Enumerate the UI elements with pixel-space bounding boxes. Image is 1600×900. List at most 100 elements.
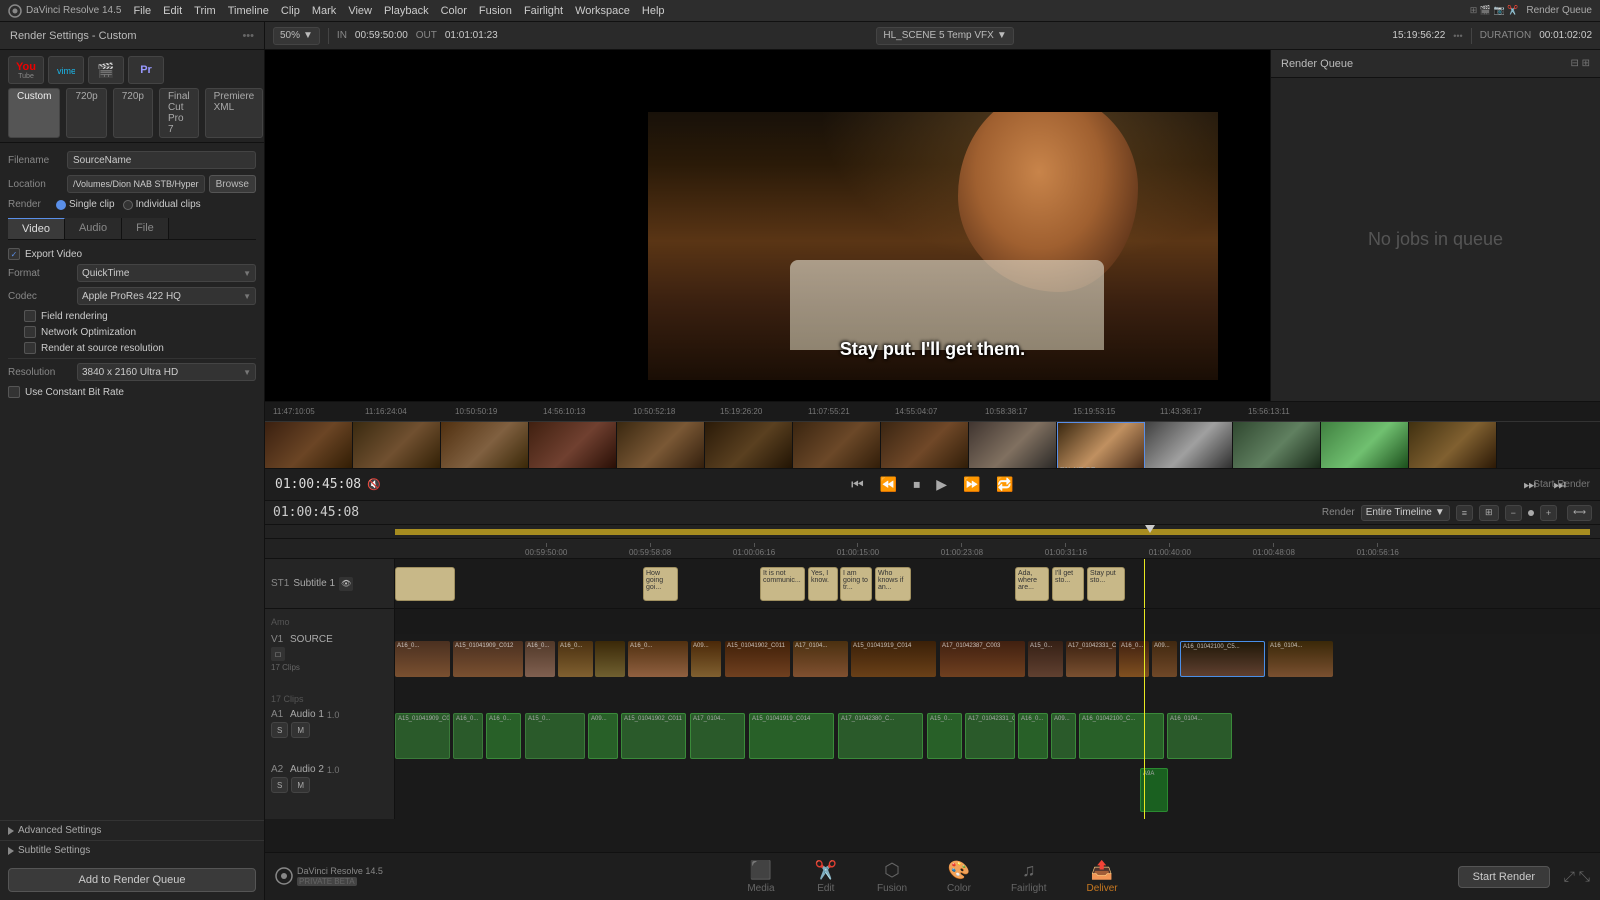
video-clip-2[interactable]: A15_01041909_C012	[453, 641, 523, 677]
audio1-clip-3[interactable]: A16_0...	[486, 713, 521, 759]
fast-fwd-btn[interactable]: ⏩	[959, 474, 984, 495]
audio2-mute[interactable]: M	[291, 777, 310, 793]
audio1-clip-2[interactable]: A16_0...	[453, 713, 483, 759]
resolution-select[interactable]: 3840 x 2160 Ultra HD ▼	[77, 363, 256, 381]
format-select[interactable]: QuickTime ▼	[77, 264, 256, 282]
network-opt-checkbox[interactable]	[24, 326, 36, 338]
menu-workspace[interactable]: Workspace	[575, 5, 630, 17]
add-to-queue-button[interactable]: Add to Render Queue	[8, 868, 256, 892]
render-mode-select[interactable]: Entire Timeline ▼	[1361, 505, 1450, 521]
single-clip-radio[interactable]	[56, 200, 66, 210]
menu-mark[interactable]: Mark	[312, 5, 336, 17]
subtitle-settings-row[interactable]: Subtitle Settings	[0, 840, 264, 860]
zoom-out-tl[interactable]: −	[1505, 505, 1522, 521]
filmstrip-thumb-2[interactable]: DNxHR SQ	[353, 422, 441, 469]
video-clip-3[interactable]: A16_0...	[525, 641, 555, 677]
filmstrip-thumb-9[interactable]: DNxHR SQ	[969, 422, 1057, 469]
subtitle-clip-9[interactable]: Stay put sto...	[1087, 567, 1125, 601]
individual-clips-radio[interactable]	[123, 200, 133, 210]
filmstrip-thumb-3[interactable]: DNxHR SQ	[441, 422, 529, 469]
nav-media[interactable]: ⬛ Media	[747, 860, 774, 894]
menu-trim[interactable]: Trim	[194, 5, 216, 17]
window-resize-icon[interactable]: ⤢	[1564, 868, 1575, 885]
vimeo-preset[interactable]: vimeo	[48, 56, 84, 84]
browse-button[interactable]: Browse	[209, 175, 256, 193]
video-clip-5[interactable]	[595, 641, 625, 677]
export-video-checkbox[interactable]: ✓	[8, 248, 20, 260]
nav-fusion[interactable]: ⬡ Fusion	[877, 860, 907, 894]
skip-start-btn[interactable]: ⏮	[847, 474, 868, 495]
codec-select[interactable]: Apple ProRes 422 HQ ▼	[77, 287, 256, 305]
play-btn[interactable]: ▶	[932, 474, 951, 495]
video-clip-11[interactable]: A17_01042387_C003	[940, 641, 1025, 677]
advanced-settings-row[interactable]: Advanced Settings	[0, 820, 264, 840]
video-clip-7[interactable]: A09...	[691, 641, 721, 677]
zoom-dot[interactable]	[1528, 510, 1534, 516]
audio1-clip-1[interactable]: A15_01041909_C012	[395, 713, 450, 759]
video-clip-4[interactable]: A16_0...	[558, 641, 593, 677]
audio1-clip-10[interactable]: A15_0...	[927, 713, 962, 759]
audio-tab[interactable]: Audio	[65, 218, 122, 239]
subtitle-clip-8[interactable]: I'll get sto...	[1052, 567, 1084, 601]
individual-clips-option[interactable]: Individual clips	[123, 199, 201, 210]
filmstrip-thumb-8[interactable]: DNxHR SQ	[881, 422, 969, 469]
custom-tab-720p-1[interactable]: 720p	[66, 88, 106, 138]
menu-color[interactable]: Color	[441, 5, 467, 17]
subtitle-clip-5[interactable]: I am going to tr...	[840, 567, 872, 601]
filmstrip-thumb-1[interactable]: DNxHR SQ	[265, 422, 353, 469]
menu-file[interactable]: File	[133, 5, 151, 17]
menu-edit[interactable]: Edit	[163, 5, 182, 17]
audio1-clip-14-selected[interactable]: A16_01042100_C...	[1079, 713, 1164, 759]
menu-fairlight[interactable]: Fairlight	[524, 5, 563, 17]
filmstrip-thumb-6[interactable]: DNxHR SQ	[705, 422, 793, 469]
video-clip-12[interactable]: A15_0...	[1028, 641, 1063, 677]
menu-timeline[interactable]: Timeline	[228, 5, 269, 17]
audio1-solo[interactable]: S	[271, 722, 288, 738]
video-clip-1[interactable]: A16_0...	[395, 641, 450, 677]
nav-deliver[interactable]: 📤 Deliver	[1087, 860, 1118, 894]
custom-tab-720p-2[interactable]: 720p	[113, 88, 153, 138]
video-clip-15[interactable]: A09...	[1152, 641, 1177, 677]
audio1-mute[interactable]: M	[291, 722, 310, 738]
subtitle-clip-7[interactable]: Ada, where are...	[1015, 567, 1049, 601]
list-view-btn[interactable]: ≡	[1456, 505, 1473, 521]
menu-help[interactable]: Help	[642, 5, 665, 17]
video-clip-17[interactable]: A16_0104...	[1268, 641, 1333, 677]
clip-preset[interactable]: 🎬	[88, 56, 124, 84]
audio1-clip-13[interactable]: A09...	[1051, 713, 1076, 759]
subtitle-track-visibility[interactable]: 👁	[339, 577, 353, 591]
grid-view-btn[interactable]: ⊞	[1479, 505, 1499, 521]
filmstrip-thumb-11[interactable]: DNxHR SQ	[1145, 422, 1233, 469]
field-rendering-checkbox[interactable]	[24, 310, 36, 322]
youtube-preset[interactable]: You Tube	[8, 56, 44, 84]
custom-tab-custom[interactable]: Custom	[8, 88, 60, 138]
filmstrip-thumb-5[interactable]: DNxHR SQ	[617, 422, 705, 469]
custom-tab-xml[interactable]: Premiere XML	[205, 88, 264, 138]
menu-fusion[interactable]: Fusion	[479, 5, 512, 17]
start-render-button[interactable]: Start Render	[1458, 866, 1550, 888]
video-clip-10[interactable]: A15_01041919_C014	[851, 641, 936, 677]
audio2-solo[interactable]: S	[271, 777, 288, 793]
video-clip-13[interactable]: A17_01042331_C007	[1066, 641, 1116, 677]
step-back-btn[interactable]: ⏪	[876, 474, 901, 495]
video-tab[interactable]: Video	[8, 218, 65, 239]
filmstrip-thumb-13[interactable]: DNxHR SQ	[1321, 422, 1409, 469]
nav-edit[interactable]: ✂️ Edit	[815, 860, 837, 894]
clip-name-btn[interactable]: HL_SCENE 5 Temp VFX ▼	[876, 27, 1013, 45]
stop-btn[interactable]: ⏹	[909, 474, 924, 495]
fit-tl-btn[interactable]: ⟷	[1567, 505, 1592, 521]
filmstrip-thumb-7[interactable]: DNxHR SQ	[793, 422, 881, 469]
render-queue-link[interactable]: Render Queue	[1526, 5, 1592, 16]
audio1-clip-15[interactable]: A16_0104...	[1167, 713, 1232, 759]
audio1-clip-6[interactable]: A15_01041902_C011	[621, 713, 686, 759]
premiere-preset[interactable]: Pr	[128, 56, 164, 84]
video-clip-16-selected[interactable]: A16_01042100_C5...	[1180, 641, 1265, 677]
time-display-menu[interactable]: •••	[1453, 31, 1462, 41]
subtitle-clip-6[interactable]: Who knows if an...	[875, 567, 911, 601]
nav-color[interactable]: 🎨 Color	[947, 860, 971, 894]
subtitle-clip-3[interactable]: It is not communic...	[760, 567, 805, 601]
subtitle-clip-2[interactable]: How going goi...	[643, 567, 678, 601]
video-clip-8[interactable]: A15_01041902_C011	[725, 641, 790, 677]
file-tab[interactable]: File	[122, 218, 169, 239]
video-clip-6[interactable]: A16_0...	[628, 641, 688, 677]
